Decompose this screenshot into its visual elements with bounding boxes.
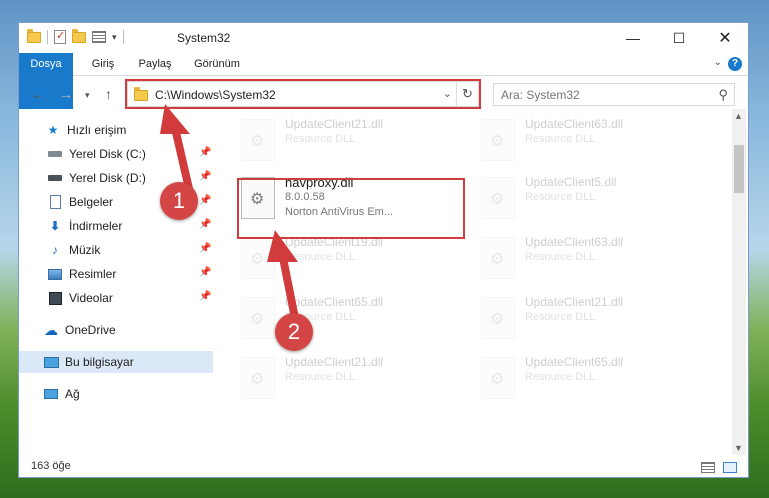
arrow-1-head	[160, 104, 190, 134]
arrow-2-shaft	[278, 249, 299, 322]
step-1-badge: 1	[160, 182, 198, 220]
annotation-arrows	[160, 104, 299, 322]
arrow-2-head	[267, 230, 298, 262]
step-2-badge: 2	[275, 313, 313, 351]
